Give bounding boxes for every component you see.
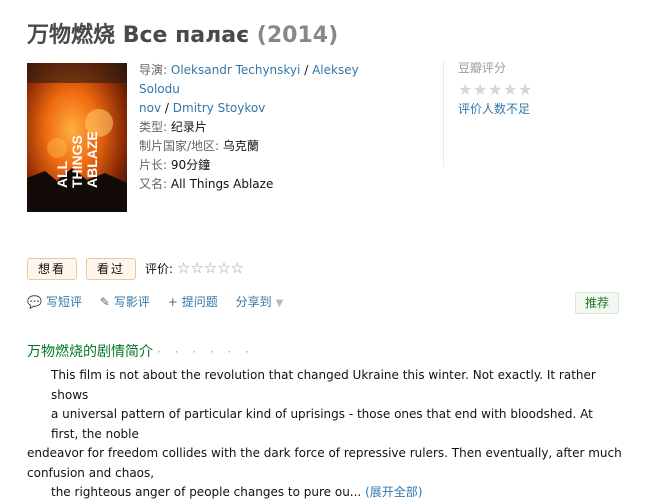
genre-value: 纪录片 <box>170 120 207 134</box>
movie-info: 导演: Oleksandr Techynskyi / Aleksey Solod… <box>139 61 389 194</box>
write-review-link[interactable]: ✎ 写影评 <box>100 295 150 309</box>
aka-row: 又名: All Things Ablaze <box>139 175 389 194</box>
runtime-value: 90分鐘 <box>170 158 211 172</box>
write-short-review-link[interactable]: 💬 写短评 <box>27 295 82 309</box>
star-icon: ★ <box>473 80 488 99</box>
genre-row: 类型: 纪录片 <box>139 118 389 137</box>
title-original: Все палає <box>122 23 250 48</box>
poster-line-1: ALL <box>54 160 70 188</box>
runtime-row: 片长: 90分鐘 <box>139 156 389 175</box>
runtime-label: 片长: <box>139 158 168 172</box>
title-cn: 万物燃烧 <box>27 23 116 48</box>
movie-poster[interactable]: ALL THINGS ABLAZE <box>27 63 127 212</box>
page-title: 万物燃烧 Все палає (2014) <box>27 17 338 49</box>
director-link-3[interactable]: Dmitry Stoykov <box>173 101 266 115</box>
watched-button[interactable]: 看过 <box>86 258 137 280</box>
summary-line-3: endeavor for freedom collides with the d… <box>27 446 622 480</box>
pencil-icon: ✎ <box>99 295 110 309</box>
rating-insufficient-link[interactable]: 评价人数不足 <box>458 101 578 117</box>
separator: / <box>164 101 169 115</box>
summary-heading-text: 万物燃烧的剧情简介 <box>27 344 153 360</box>
summary-line-4-text: the righteous anger of people changes to… <box>51 485 362 499</box>
poster-line-2: THINGS <box>69 135 85 188</box>
action-links: 💬 写短评 ✎ 写影评 + 提问题 分享到 ▼ <box>27 293 297 310</box>
title-year: (2014) <box>256 23 339 48</box>
country-value: 乌克蘭 <box>222 139 259 153</box>
genre-label: 类型: <box>139 120 168 134</box>
country-label: 制片国家/地区: <box>139 139 220 153</box>
heading-dots: · · · · · · <box>157 345 254 359</box>
country-row: 制片国家/地区: 乌克蘭 <box>139 137 389 156</box>
rate-widget: 评价: ☆☆☆☆☆ <box>145 259 244 277</box>
share-dropdown[interactable]: 分享到 ▼ <box>236 295 284 309</box>
ask-question-link[interactable]: + 提问题 <box>168 295 218 309</box>
star-icon: ★ <box>518 80 533 99</box>
aka-label: 又名: <box>139 177 168 191</box>
expand-all-link[interactable]: (展开全部) <box>365 485 422 499</box>
rate-stars-input[interactable]: ☆☆☆☆☆ <box>177 259 244 277</box>
poster-line-3: ABLAZE <box>84 131 100 188</box>
rating-label: 豆瓣评分 <box>458 61 507 75</box>
aka-value: All Things Ablaze <box>170 177 274 191</box>
star-icon: ★ <box>503 80 518 99</box>
summary-line-1: This film is not about the revolution th… <box>51 368 596 402</box>
recommend-button[interactable]: 推荐 <box>575 292 619 314</box>
want-to-watch-button[interactable]: 想看 <box>27 258 78 280</box>
write-review-label: 写影评 <box>113 295 150 309</box>
ask-question-label: 提问题 <box>181 295 218 309</box>
summary-line-4: the righteous anger of people changes to… <box>27 483 622 503</box>
star-icon: ★ <box>488 80 503 99</box>
comment-icon: 💬 <box>27 295 42 309</box>
douban-rating-panel: 豆瓣评分 ★★★★★ 评价人数不足 <box>443 61 578 167</box>
rate-label: 评价: <box>145 262 174 276</box>
plus-icon: + <box>167 295 178 309</box>
share-label: 分享到 <box>235 295 272 309</box>
summary-heading: 万物燃烧的剧情简介 · · · · · · <box>27 341 254 361</box>
summary-line-2: a universal pattern of particular kind o… <box>51 407 593 441</box>
poster-image: ALL THINGS ABLAZE <box>27 63 127 212</box>
chevron-down-icon: ▼ <box>275 298 284 309</box>
director-link-2-part-2: nov <box>139 101 162 115</box>
rating-stars: ★★★★★ <box>458 80 578 99</box>
write-short-review-label: 写短评 <box>45 295 82 309</box>
director-label: 导演: <box>139 63 168 77</box>
star-icon: ★ <box>458 80 473 99</box>
summary-text: This film is not about the revolution th… <box>27 366 622 503</box>
director-link-1[interactable]: Oleksandr Techynskyi <box>171 63 300 77</box>
director-row: 导演: Oleksandr Techynskyi / Aleksey Solod… <box>139 61 389 118</box>
separator: / <box>304 63 309 77</box>
